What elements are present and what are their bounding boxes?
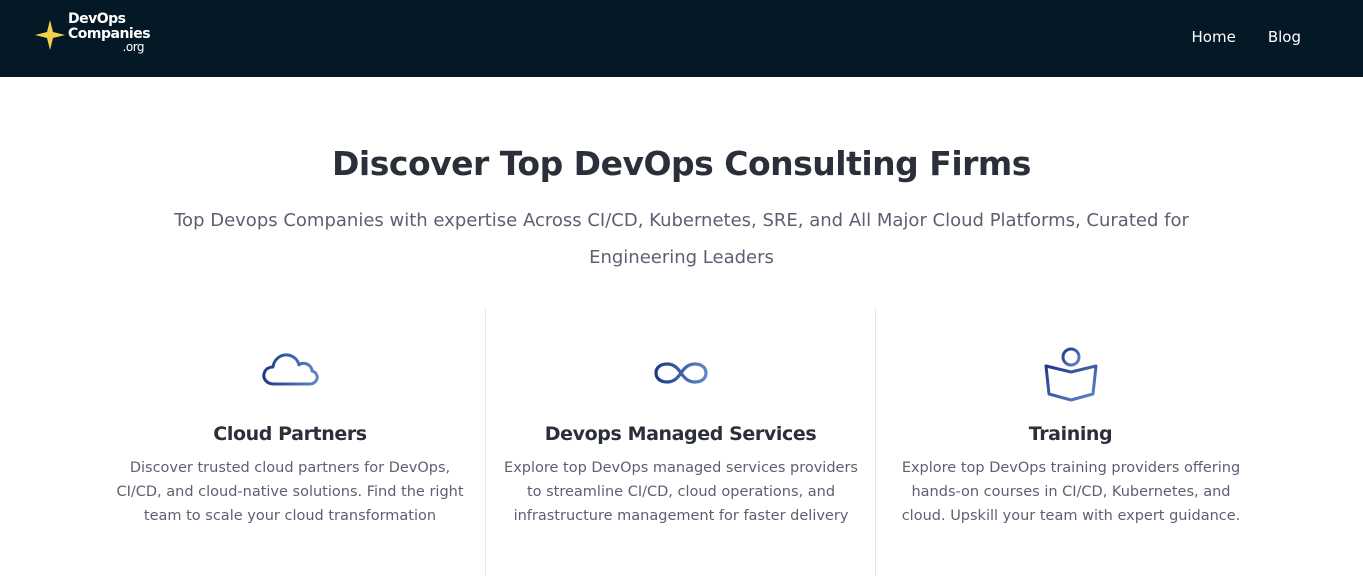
feature-title: Devops Managed Services	[544, 423, 817, 445]
cloud-icon	[262, 353, 319, 386]
hero-subtitle: Top Devops Companies with expertise Acro…	[174, 210, 1189, 268]
logo-wordmark: DevOps Companies .org	[68, 11, 151, 54]
logo-line-1: DevOps	[68, 11, 126, 27]
site-logo[interactable]: DevOps Companies .org	[32, 12, 152, 60]
logo-line-3: .org	[122, 40, 145, 54]
top-navbar: DevOps Companies .org Home Blog	[0, 0, 1363, 77]
features-section: Cloud Partners Discover trusted cloud pa…	[95, 308, 1267, 576]
nav-blog-link[interactable]: Blog	[1268, 26, 1301, 48]
feature-card-cloud-partners[interactable]: Cloud Partners Discover trusted cloud pa…	[95, 308, 485, 576]
page-title: Discover Top DevOps Consulting Firms	[332, 144, 1031, 183]
feature-description: Discover trusted cloud partners for DevO…	[116, 460, 464, 524]
infinity-icon	[653, 362, 708, 384]
feature-description: Explore top DevOps managed services prov…	[504, 460, 858, 524]
feature-title: Cloud Partners	[213, 423, 367, 445]
training-icon	[1044, 347, 1097, 402]
feature-description: Explore top DevOps training providers of…	[901, 460, 1241, 524]
main-nav: Home Blog	[1192, 26, 1301, 48]
feature-card-training[interactable]: Training Explore top DevOps training pro…	[875, 308, 1265, 576]
feature-title: Training	[1028, 423, 1113, 445]
star-icon	[35, 20, 65, 50]
nav-home-link[interactable]: Home	[1192, 26, 1236, 48]
feature-card-managed-services[interactable]: Devops Managed Services Explore top DevO…	[485, 308, 875, 576]
